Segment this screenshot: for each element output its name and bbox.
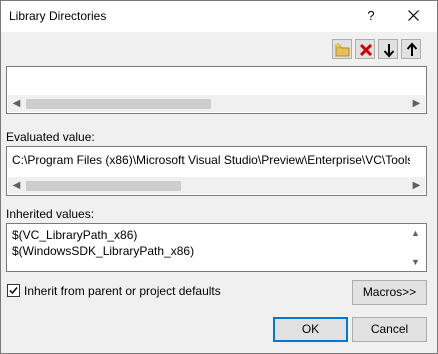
evaluated-label: Evaluated value: xyxy=(6,130,95,144)
scroll-thumb[interactable] xyxy=(26,99,211,109)
delete-button[interactable] xyxy=(355,39,375,59)
delete-icon xyxy=(359,43,373,57)
checkmark-icon xyxy=(9,287,18,295)
close-button[interactable] xyxy=(399,4,429,28)
scroll-left-arrow[interactable]: ◀ xyxy=(8,95,25,112)
library-directories-dialog: Library Directories ? ◀ ▶ Evaluated valu… xyxy=(0,0,438,354)
directories-list[interactable]: ◀ ▶ xyxy=(6,66,427,114)
scroll-right-arrow[interactable]: ▶ xyxy=(408,177,425,194)
inherited-label: Inherited values: xyxy=(6,207,95,221)
scroll-thumb[interactable] xyxy=(26,181,181,191)
inherit-label[interactable]: Inherit from parent or project defaults xyxy=(24,284,221,298)
new-line-button[interactable] xyxy=(332,39,352,59)
help-button[interactable]: ? xyxy=(359,4,383,28)
move-down-button[interactable] xyxy=(378,39,398,59)
dialog-title: Library Directories xyxy=(9,9,107,23)
ok-button[interactable]: OK xyxy=(273,317,348,342)
move-up-button[interactable] xyxy=(401,39,421,59)
title-bar: Library Directories ? xyxy=(1,1,437,32)
cancel-button[interactable]: Cancel xyxy=(352,317,427,342)
scroll-left-arrow[interactable]: ◀ xyxy=(8,177,25,194)
inherited-line: $(VC_LibraryPath_x86) xyxy=(12,228,138,242)
inherit-checkbox[interactable] xyxy=(7,284,20,297)
move-up-icon xyxy=(406,42,418,56)
directories-hscrollbar[interactable]: ◀ ▶ xyxy=(8,95,425,112)
scroll-right-arrow[interactable]: ▶ xyxy=(408,95,425,112)
scroll-up-arrow[interactable]: ▲ xyxy=(407,226,424,240)
evaluated-value-box: C:\Program Files (x86)\Microsoft Visual … xyxy=(6,146,427,196)
move-down-icon xyxy=(383,44,395,58)
macros-button[interactable]: Macros>> xyxy=(352,280,427,305)
evaluated-value-text: C:\Program Files (x86)\Microsoft Visual … xyxy=(12,153,410,167)
close-icon xyxy=(408,10,419,21)
new-folder-icon xyxy=(335,42,350,57)
inherited-values-box: $(VC_LibraryPath_x86) $(WindowsSDK_Libra… xyxy=(6,223,427,272)
scroll-down-arrow[interactable]: ▼ xyxy=(407,255,424,269)
evaluated-hscrollbar[interactable]: ◀ ▶ xyxy=(8,177,425,194)
inherited-line: $(WindowsSDK_LibraryPath_x86) xyxy=(12,244,195,258)
